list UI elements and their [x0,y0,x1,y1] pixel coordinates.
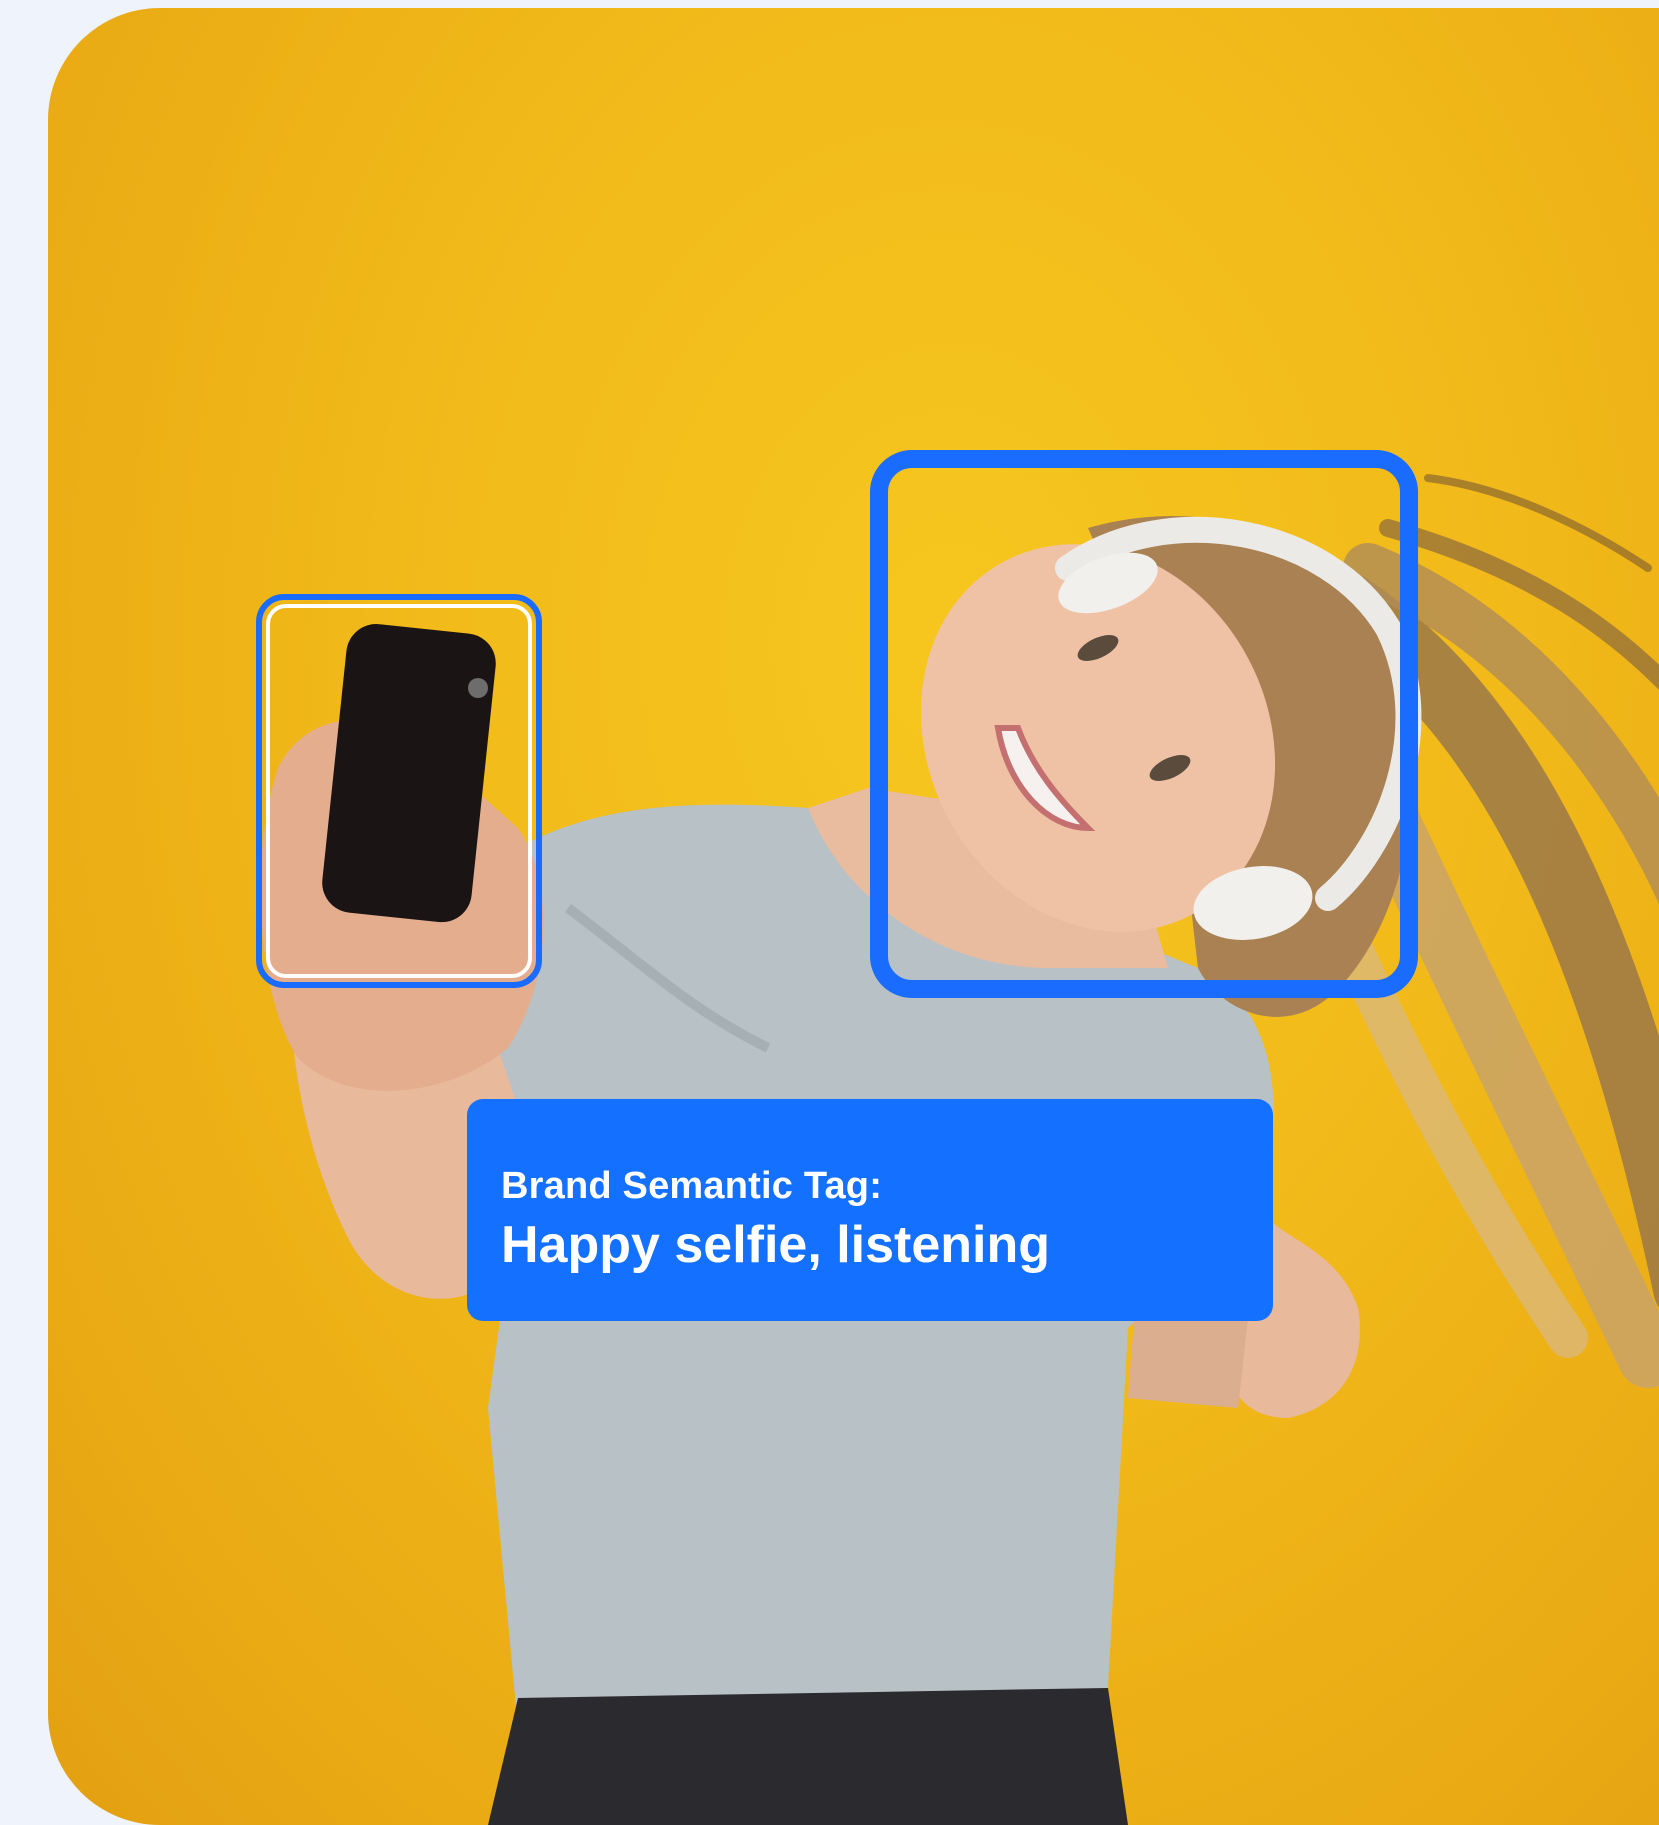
phone-detection-box [256,594,542,988]
semantic-tag-panel: Brand Semantic Tag: Happy selfie, listen… [467,1099,1273,1321]
tag-label: Brand Semantic Tag: [501,1165,883,1207]
trousers [488,1688,1128,1825]
photo-card: Brand Semantic Tag: Happy selfie, listen… [48,8,1659,1825]
tag-value: Happy selfie, listening [501,1216,1051,1274]
face-detection-box [870,450,1418,998]
